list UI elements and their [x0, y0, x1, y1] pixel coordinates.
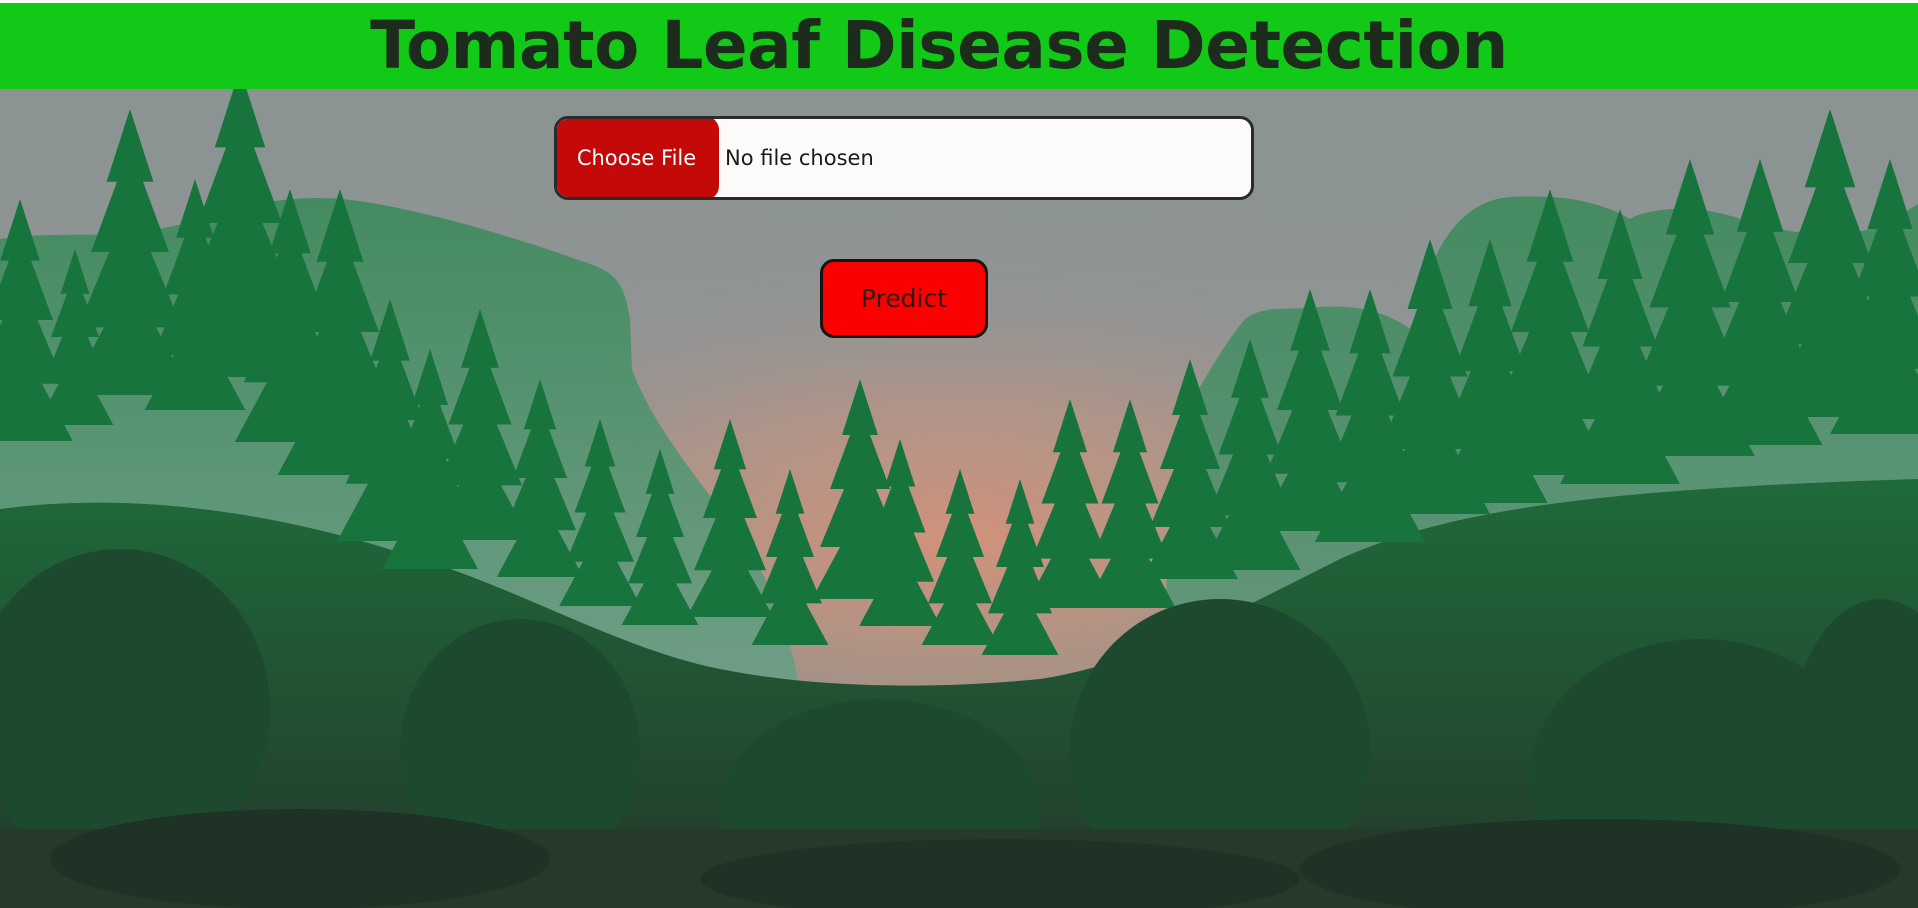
background-landscape-image	[0, 89, 1918, 908]
file-upload-input[interactable]: Choose File No file chosen	[554, 116, 1254, 200]
choose-file-button[interactable]: Choose File	[557, 119, 719, 197]
predict-button[interactable]: Predict	[820, 259, 988, 338]
file-status-text: No file chosen	[725, 146, 874, 170]
header-bar: Tomato Leaf Disease Detection	[0, 3, 1918, 89]
page-title: Tomato Leaf Disease Detection	[370, 7, 1508, 84]
